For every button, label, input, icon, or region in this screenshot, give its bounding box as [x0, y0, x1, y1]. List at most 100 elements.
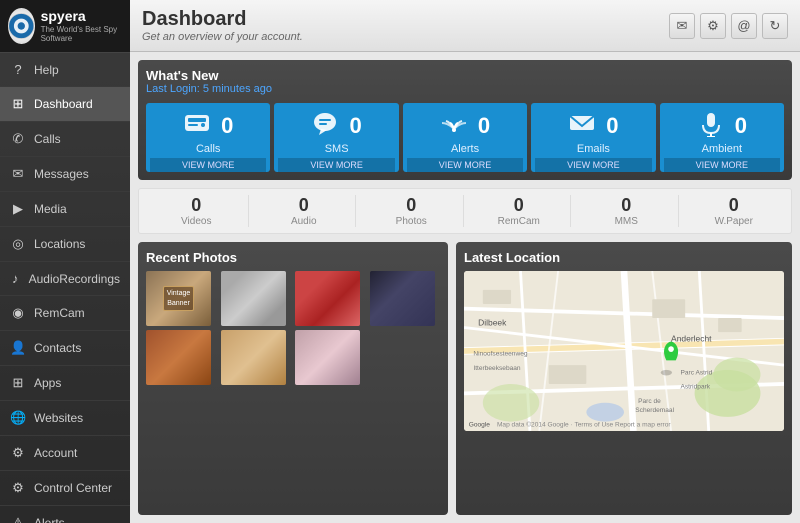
calls-icon: ✆ — [10, 131, 26, 147]
wifi-icon — [440, 109, 468, 143]
logo-subtitle: The World's Best Spy Software — [41, 25, 122, 43]
ambient-label: Ambient — [702, 143, 742, 155]
email-icon — [568, 109, 596, 143]
sidebar-label-apps: Apps — [34, 376, 61, 390]
ambient-count: 0 — [735, 113, 747, 139]
photos-label: Photos — [360, 216, 463, 227]
sidebar-item-audiorecordings[interactable]: ♪ AudioRecordings — [0, 262, 130, 296]
sidebar-item-dashboard[interactable]: ⊞ Dashboard — [0, 87, 130, 122]
photo-thumbnail[interactable] — [146, 330, 211, 385]
alerts-label: Alerts — [451, 143, 479, 155]
sidebar-item-messages[interactable]: ✉ Messages — [0, 157, 130, 192]
stat-mms: 0 MMS — [575, 195, 679, 227]
logo-name: spyera — [41, 9, 122, 24]
sms-viewmore[interactable]: VIEW MORE — [278, 158, 394, 172]
envelope-button[interactable]: ✉ — [669, 13, 695, 39]
stat-sms-top: 0 — [278, 109, 394, 143]
videos-count: 0 — [145, 195, 248, 216]
gear-button[interactable]: ⚙ — [700, 13, 726, 39]
sidebar-label-messages: Messages — [34, 167, 89, 181]
sidebar-item-remcam[interactable]: ◉ RemCam — [0, 296, 130, 331]
last-login: Last Login: 5 minutes ago — [146, 83, 784, 95]
photo-thumbnail[interactable] — [370, 271, 435, 326]
alerts-viewmore[interactable]: VIEW MORE — [407, 158, 523, 172]
stat-photos: 0 Photos — [360, 195, 464, 227]
apps-icon: ⊞ — [10, 375, 26, 391]
sidebar-item-account[interactable]: ⚙ Account — [0, 436, 130, 471]
sidebar-label-help: Help — [34, 63, 59, 77]
sidebar: spyera The World's Best Spy Software ? H… — [0, 0, 130, 523]
sidebar-item-controlcenter[interactable]: ⚙ Control Center — [0, 471, 130, 506]
emails-label: Emails — [577, 143, 610, 155]
emails-viewmore[interactable]: VIEW MORE — [535, 158, 651, 172]
svg-text:Dilbeek: Dilbeek — [478, 318, 507, 328]
photo-thumbnail[interactable] — [295, 271, 360, 326]
header: Dashboard Get an overview of your accoun… — [130, 0, 800, 52]
account-icon: ⚙ — [10, 445, 26, 461]
audio-count: 0 — [253, 195, 356, 216]
logo-area: spyera The World's Best Spy Software — [0, 0, 130, 53]
recent-photos-panel: Recent Photos VintageBanner — [138, 242, 448, 515]
svg-text:Anderlecht: Anderlecht — [671, 334, 712, 344]
calls-count: 0 — [221, 113, 233, 139]
stat-emails-top: 0 — [535, 109, 651, 143]
secondary-stats: 0 Videos 0 Audio 0 Photos 0 RemCam 0 MMS… — [138, 188, 792, 234]
stat-alerts: 0 Alerts VIEW MORE — [403, 103, 527, 172]
main-area: Dashboard Get an overview of your accoun… — [130, 0, 800, 523]
sidebar-label-websites: Websites — [34, 411, 83, 425]
calls-viewmore[interactable]: VIEW MORE — [150, 158, 266, 172]
remcam-icon: ◉ — [10, 305, 26, 321]
recent-photos-title: Recent Photos — [146, 250, 440, 265]
stat-sms: 0 SMS VIEW MORE — [274, 103, 398, 172]
refresh-button[interactable]: ↻ — [762, 13, 788, 39]
latest-location-panel: Latest Location — [456, 242, 792, 515]
photo-thumbnail[interactable] — [221, 271, 286, 326]
calls-label: Calls — [196, 143, 220, 155]
alerts-icon: ⚠ — [10, 515, 26, 523]
photo-thumbnail[interactable]: VintageBanner — [146, 271, 211, 326]
sidebar-label-dashboard: Dashboard — [34, 97, 93, 111]
videos-label: Videos — [145, 216, 248, 227]
photos-grid: VintageBanner — [146, 271, 440, 385]
sidebar-item-contacts[interactable]: 👤 Contacts — [0, 331, 130, 366]
sidebar-label-media: Media — [34, 202, 67, 216]
sidebar-label-calls: Calls — [34, 132, 61, 146]
whats-new-panel: What's New Last Login: 5 minutes ago — [138, 60, 792, 180]
audio-label: Audio — [253, 216, 356, 227]
sidebar-label-alerts: Alerts — [34, 516, 65, 523]
locations-icon: ◎ — [10, 236, 26, 252]
sidebar-item-media[interactable]: ▶ Media — [0, 192, 130, 227]
remcam-label: RemCam — [468, 216, 571, 227]
svg-text:Astridpark: Astridpark — [680, 384, 710, 391]
stat-wpaper: 0 W.Paper — [683, 195, 786, 227]
sidebar-item-websites[interactable]: 🌐 Websites — [0, 401, 130, 436]
sidebar-item-locations[interactable]: ◎ Locations — [0, 227, 130, 262]
sidebar-item-apps[interactable]: ⊞ Apps — [0, 366, 130, 401]
photo-thumbnail[interactable] — [295, 330, 360, 385]
ambient-viewmore[interactable]: VIEW MORE — [664, 158, 780, 172]
alerts-count: 0 — [478, 113, 490, 139]
logo-text-block: spyera The World's Best Spy Software — [41, 9, 122, 42]
sidebar-item-help[interactable]: ? Help — [0, 53, 130, 87]
map-container[interactable]: Dilbeek Anderlecht Ninoofsesteenweg Itte… — [464, 271, 784, 431]
svg-text:Scherdemaal: Scherdemaal — [635, 407, 674, 414]
sms-label: SMS — [325, 143, 349, 155]
photo-thumbnail[interactable] — [221, 330, 286, 385]
sidebar-item-alerts[interactable]: ⚠ Alerts — [0, 506, 130, 523]
stat-audio: 0 Audio — [253, 195, 357, 227]
sidebar-label-locations: Locations — [34, 237, 85, 251]
sidebar-item-calls[interactable]: ✆ Calls — [0, 122, 130, 157]
at-button[interactable]: @ — [731, 13, 757, 39]
websites-icon: 🌐 — [10, 410, 26, 426]
svg-text:Map data ©2014 Google · Terms: Map data ©2014 Google · Terms of Use Rep… — [497, 420, 671, 428]
svg-text:Itterbeeksebaan: Itterbeeksebaan — [473, 365, 521, 372]
header-title-block: Dashboard Get an overview of your accoun… — [142, 8, 303, 43]
svg-text:Parc de: Parc de — [638, 398, 661, 405]
photos-count: 0 — [360, 195, 463, 216]
remcam-count: 0 — [468, 195, 571, 216]
emails-count: 0 — [606, 113, 618, 139]
contacts-icon: 👤 — [10, 340, 26, 356]
sidebar-label-controlcenter: Control Center — [34, 481, 112, 495]
svg-text:Google: Google — [469, 421, 491, 428]
mms-label: MMS — [575, 216, 678, 227]
